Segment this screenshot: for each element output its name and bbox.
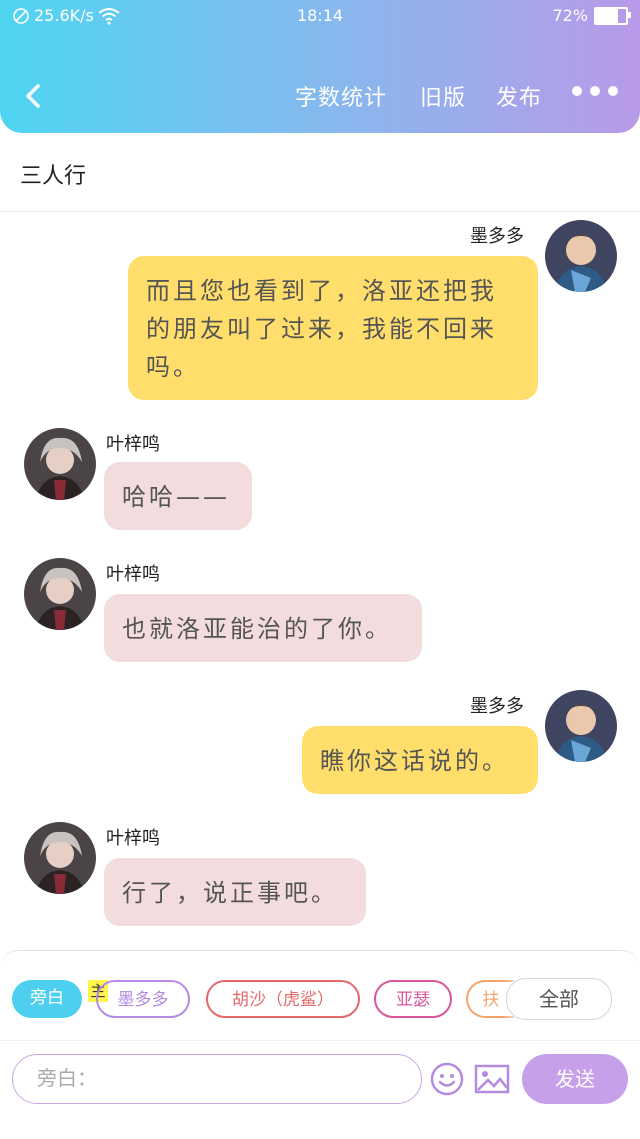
nav-bar: 字数统计 旧版 发布 xyxy=(0,76,640,116)
emoji-icon[interactable] xyxy=(430,1062,464,1096)
sender-name: 墨多多 xyxy=(470,696,524,717)
avatar-yeziming-icon xyxy=(24,428,96,500)
clock: 18:14 xyxy=(296,6,344,25)
sender-name: 叶梓鸣 xyxy=(106,434,160,455)
role-chip-modoudou[interactable]: 墨多多 xyxy=(96,980,190,1018)
battery-level xyxy=(596,8,618,23)
avatar[interactable] xyxy=(24,428,96,500)
battery-icon xyxy=(594,6,631,25)
message-input[interactable]: 旁白： xyxy=(12,1054,422,1104)
message-bubble[interactable]: 而且您也看到了，洛亚还把我的朋友叫了过来，我能不回来吗。 xyxy=(128,256,538,400)
avatar[interactable] xyxy=(545,220,617,292)
old-version-button[interactable]: 旧版 xyxy=(420,80,466,112)
avatar-modoudou-icon xyxy=(545,690,617,762)
app-header: 25.6K/s 18:14 72% 字数统计 旧版 发布 xyxy=(0,0,640,133)
all-roles-button[interactable]: 全部 xyxy=(506,978,612,1020)
message-bubble[interactable]: 行了，说正事吧。 xyxy=(104,858,366,926)
send-button[interactable]: 发送 xyxy=(522,1054,628,1104)
status-bar: 25.6K/s 18:14 72% xyxy=(0,6,640,28)
image-icon[interactable] xyxy=(474,1064,510,1094)
word-count-button[interactable]: 字数统计 xyxy=(295,80,387,112)
role-chip-narrator[interactable]: 旁白 xyxy=(12,980,82,1018)
publish-button[interactable]: 发布 xyxy=(496,80,542,112)
message-bubble[interactable]: 哈哈—— xyxy=(104,462,252,530)
message-bubble[interactable]: 瞧你这话说的。 xyxy=(302,726,538,794)
role-chip-arthur[interactable]: 亚瑟 xyxy=(374,980,452,1018)
avatar-yeziming-icon xyxy=(24,558,96,630)
avatar-yeziming-icon xyxy=(24,822,96,894)
avatar[interactable] xyxy=(24,558,96,630)
back-arrow-icon[interactable] xyxy=(20,76,48,116)
avatar[interactable] xyxy=(24,822,96,894)
sender-name: 叶梓鸣 xyxy=(106,564,160,585)
role-chip-husha[interactable]: 胡沙（虎鲨） xyxy=(206,980,360,1018)
avatar[interactable] xyxy=(545,690,617,762)
sender-name: 叶梓鸣 xyxy=(106,828,160,849)
divider xyxy=(0,1040,640,1041)
story-title-bar: 三人行 xyxy=(0,133,640,212)
battery-percent: 72% xyxy=(552,6,588,25)
page-title: 三人行 xyxy=(20,164,87,189)
more-icon[interactable] xyxy=(572,86,618,96)
message-bubble[interactable]: 也就洛亚能治的了你。 xyxy=(104,594,422,662)
sender-name: 墨多多 xyxy=(470,226,524,247)
avatar-modoudou-icon xyxy=(545,220,617,292)
